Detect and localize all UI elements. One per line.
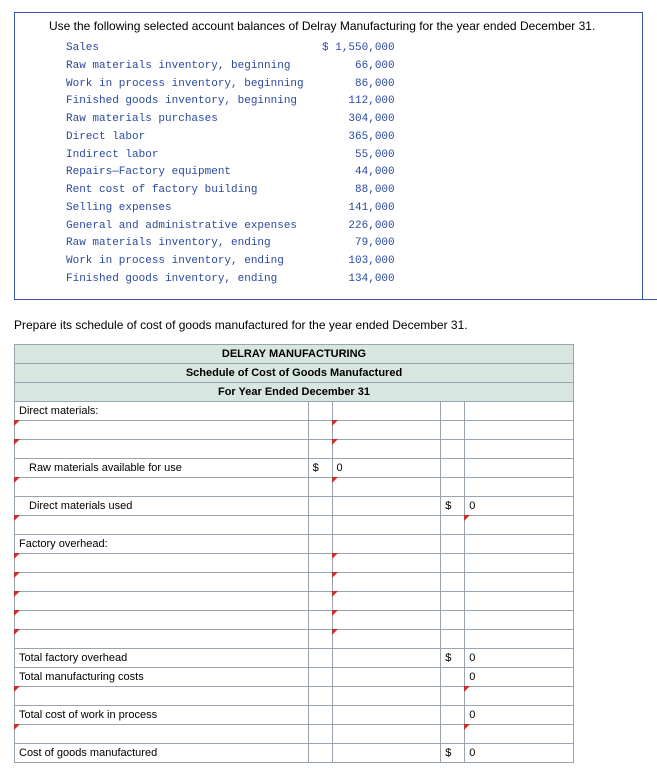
balance-row: Indirect labor55,000	[65, 148, 396, 164]
row-cogm: Cost of goods manufactured	[15, 743, 309, 762]
input-row[interactable]	[15, 686, 309, 705]
intro-text: Use the following selected account balan…	[49, 19, 634, 33]
input-cell[interactable]	[465, 724, 574, 743]
balance-row: Sales$ 1,550,000	[65, 41, 396, 57]
currency-symbol: $	[441, 496, 465, 515]
balance-label: Indirect labor	[65, 148, 312, 164]
balance-row: Finished goods inventory, beginning112,0…	[65, 94, 396, 110]
row-total-mfg: Total manufacturing costs	[15, 667, 309, 686]
input-cell[interactable]	[332, 420, 441, 439]
input-row[interactable]	[15, 610, 309, 629]
instruction-text: Prepare its schedule of cost of goods ma…	[14, 318, 643, 332]
balance-amount: $ 1,550,000	[314, 41, 396, 57]
currency-symbol: $	[441, 648, 465, 667]
balance-label: Raw materials purchases	[65, 112, 312, 128]
balance-label: Repairs—Factory equipment	[65, 165, 312, 181]
input-row[interactable]	[15, 515, 309, 534]
balance-label: Selling expenses	[65, 201, 312, 217]
balance-amount: 134,000	[314, 272, 396, 288]
sched-title-1: DELRAY MANUFACTURING	[15, 344, 574, 363]
input-cell[interactable]	[465, 515, 574, 534]
balance-row: Raw materials purchases304,000	[65, 112, 396, 128]
input-cell[interactable]	[332, 591, 441, 610]
input-cell[interactable]	[332, 553, 441, 572]
balance-amount: 44,000	[314, 165, 396, 181]
currency-symbol: $	[308, 458, 332, 477]
balance-label: Raw materials inventory, ending	[65, 236, 312, 252]
sched-title-3: For Year Ended December 31	[15, 382, 574, 401]
balance-label: Work in process inventory, beginning	[65, 77, 312, 93]
account-balances-box: Use the following selected account balan…	[14, 12, 643, 300]
balance-row: General and administrative expenses226,0…	[65, 219, 396, 235]
balance-amount: 66,000	[314, 59, 396, 75]
input-row[interactable]	[15, 439, 309, 458]
row-rm-available: Raw materials available for use	[15, 458, 309, 477]
row-dm-used: Direct materials used	[15, 496, 309, 515]
balance-amount: 79,000	[314, 236, 396, 252]
row-direct-materials: Direct materials:	[15, 401, 309, 420]
calc-value: 0	[465, 705, 574, 724]
balances-list: Sales$ 1,550,000Raw materials inventory,…	[63, 39, 398, 290]
row-total-foh: Total factory overhead	[15, 648, 309, 667]
balance-label: Rent cost of factory building	[65, 183, 312, 199]
balance-label: Direct labor	[65, 130, 312, 146]
balance-label: Finished goods inventory, beginning	[65, 94, 312, 110]
input-row[interactable]	[15, 477, 309, 496]
calc-value: 0	[332, 458, 441, 477]
input-cell[interactable]	[332, 629, 441, 648]
input-cell[interactable]	[332, 439, 441, 458]
calc-value: 0	[465, 496, 574, 515]
input-cell[interactable]	[465, 686, 574, 705]
balance-row: Rent cost of factory building88,000	[65, 183, 396, 199]
balance-row: Raw materials inventory, ending79,000	[65, 236, 396, 252]
balance-label: Sales	[65, 41, 312, 57]
currency-symbol: $	[441, 743, 465, 762]
balance-label: General and administrative expenses	[65, 219, 312, 235]
balance-row: Finished goods inventory, ending134,000	[65, 272, 396, 288]
balance-amount: 141,000	[314, 201, 396, 217]
balance-label: Finished goods inventory, ending	[65, 272, 312, 288]
input-cell[interactable]	[332, 477, 441, 496]
calc-value: 0	[465, 743, 574, 762]
balance-row: Repairs—Factory equipment44,000	[65, 165, 396, 181]
calc-value: 0	[465, 667, 574, 686]
balance-label: Work in process inventory, ending	[65, 254, 312, 270]
balance-amount: 103,000	[314, 254, 396, 270]
input-row[interactable]	[15, 724, 309, 743]
input-row[interactable]	[15, 591, 309, 610]
calc-value: 0	[465, 648, 574, 667]
balance-row: Direct labor365,000	[65, 130, 396, 146]
balance-row: Raw materials inventory, beginning66,000	[65, 59, 396, 75]
balance-amount: 365,000	[314, 130, 396, 146]
balance-amount: 226,000	[314, 219, 396, 235]
sched-title-2: Schedule of Cost of Goods Manufactured	[15, 363, 574, 382]
input-row[interactable]	[15, 572, 309, 591]
balance-label: Raw materials inventory, beginning	[65, 59, 312, 75]
balance-amount: 86,000	[314, 77, 396, 93]
balance-amount: 55,000	[314, 148, 396, 164]
schedule-table: DELRAY MANUFACTURING Schedule of Cost of…	[14, 344, 574, 763]
balance-amount: 88,000	[314, 183, 396, 199]
input-cell[interactable]	[332, 610, 441, 629]
input-row[interactable]	[15, 553, 309, 572]
input-row[interactable]	[15, 629, 309, 648]
balance-row: Work in process inventory, beginning86,0…	[65, 77, 396, 93]
balance-row: Selling expenses141,000	[65, 201, 396, 217]
input-cell[interactable]	[332, 572, 441, 591]
row-total-wip: Total cost of work in process	[15, 705, 309, 724]
balance-amount: 304,000	[314, 112, 396, 128]
row-factory-overhead: Factory overhead:	[15, 534, 309, 553]
input-row[interactable]	[15, 420, 309, 439]
balance-row: Work in process inventory, ending103,000	[65, 254, 396, 270]
balance-amount: 112,000	[314, 94, 396, 110]
